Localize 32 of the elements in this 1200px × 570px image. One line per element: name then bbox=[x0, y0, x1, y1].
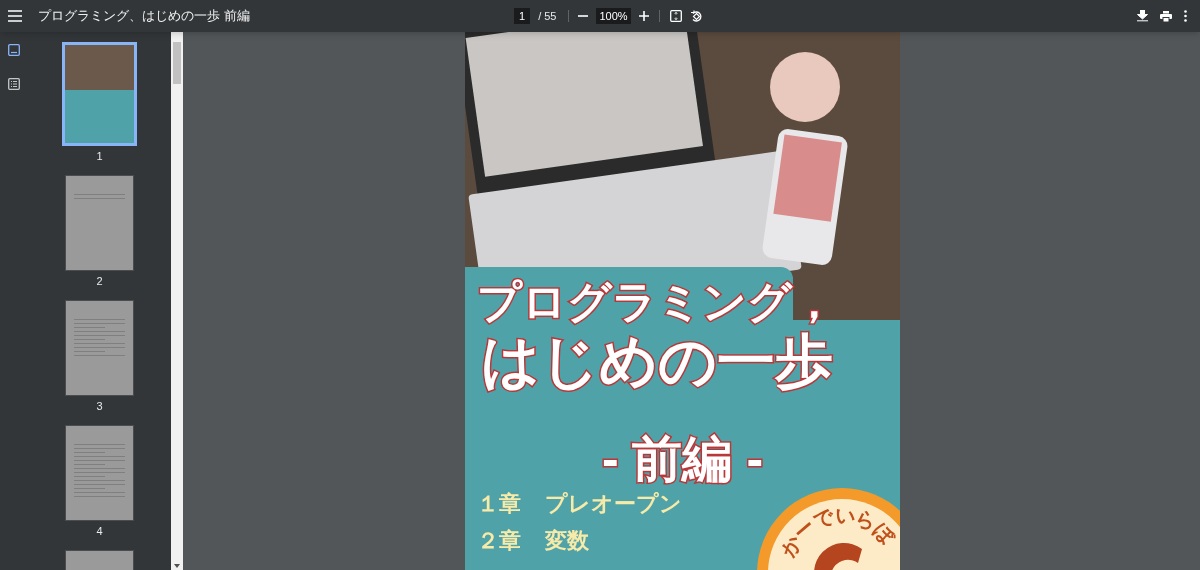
cover-subtitle: - 前編 - bbox=[600, 432, 765, 487]
page-label: 3 bbox=[96, 399, 103, 413]
document-title: プログラミング、はじめの一歩 前編 bbox=[38, 7, 250, 26]
outline-icon[interactable] bbox=[8, 78, 20, 90]
logo-badge: かーでいらぼ bbox=[757, 488, 900, 570]
fit-page-icon[interactable] bbox=[669, 10, 682, 22]
chapter-title: 変数 bbox=[545, 526, 589, 555]
page-thumbnail[interactable] bbox=[65, 300, 134, 396]
page-label: 2 bbox=[96, 274, 103, 288]
download-icon[interactable] bbox=[1137, 10, 1148, 22]
page-thumbnail[interactable] bbox=[65, 175, 134, 271]
cover-thumbnail[interactable] bbox=[62, 42, 137, 146]
scroll-down-icon[interactable] bbox=[174, 564, 180, 568]
page-count: / 55 bbox=[538, 8, 557, 24]
chapter-title: プレオープン bbox=[545, 490, 682, 518]
print-icon[interactable] bbox=[1160, 10, 1172, 22]
cover-title: プログラミング， bbox=[477, 277, 836, 328]
page-number-field[interactable]: 1 bbox=[514, 8, 531, 24]
thumbnails-icon[interactable] bbox=[8, 44, 20, 56]
page-label: 1 bbox=[96, 149, 103, 163]
page-thumbnail[interactable] bbox=[65, 425, 134, 521]
chapter-number: １章 bbox=[477, 490, 521, 518]
rotate-icon[interactable] bbox=[689, 9, 703, 23]
menu-icon[interactable] bbox=[8, 10, 22, 22]
chapter-number: ２章 bbox=[477, 526, 521, 555]
zoom-in-icon[interactable] bbox=[638, 11, 649, 21]
more-icon[interactable] bbox=[1184, 10, 1187, 22]
scrollbar[interactable] bbox=[171, 32, 183, 570]
scrollbar-thumb[interactable] bbox=[173, 42, 181, 84]
cover-title: はじめの一歩 bbox=[481, 327, 834, 395]
zoom-field[interactable]: 100% bbox=[596, 8, 631, 24]
page-label: 4 bbox=[96, 524, 103, 538]
